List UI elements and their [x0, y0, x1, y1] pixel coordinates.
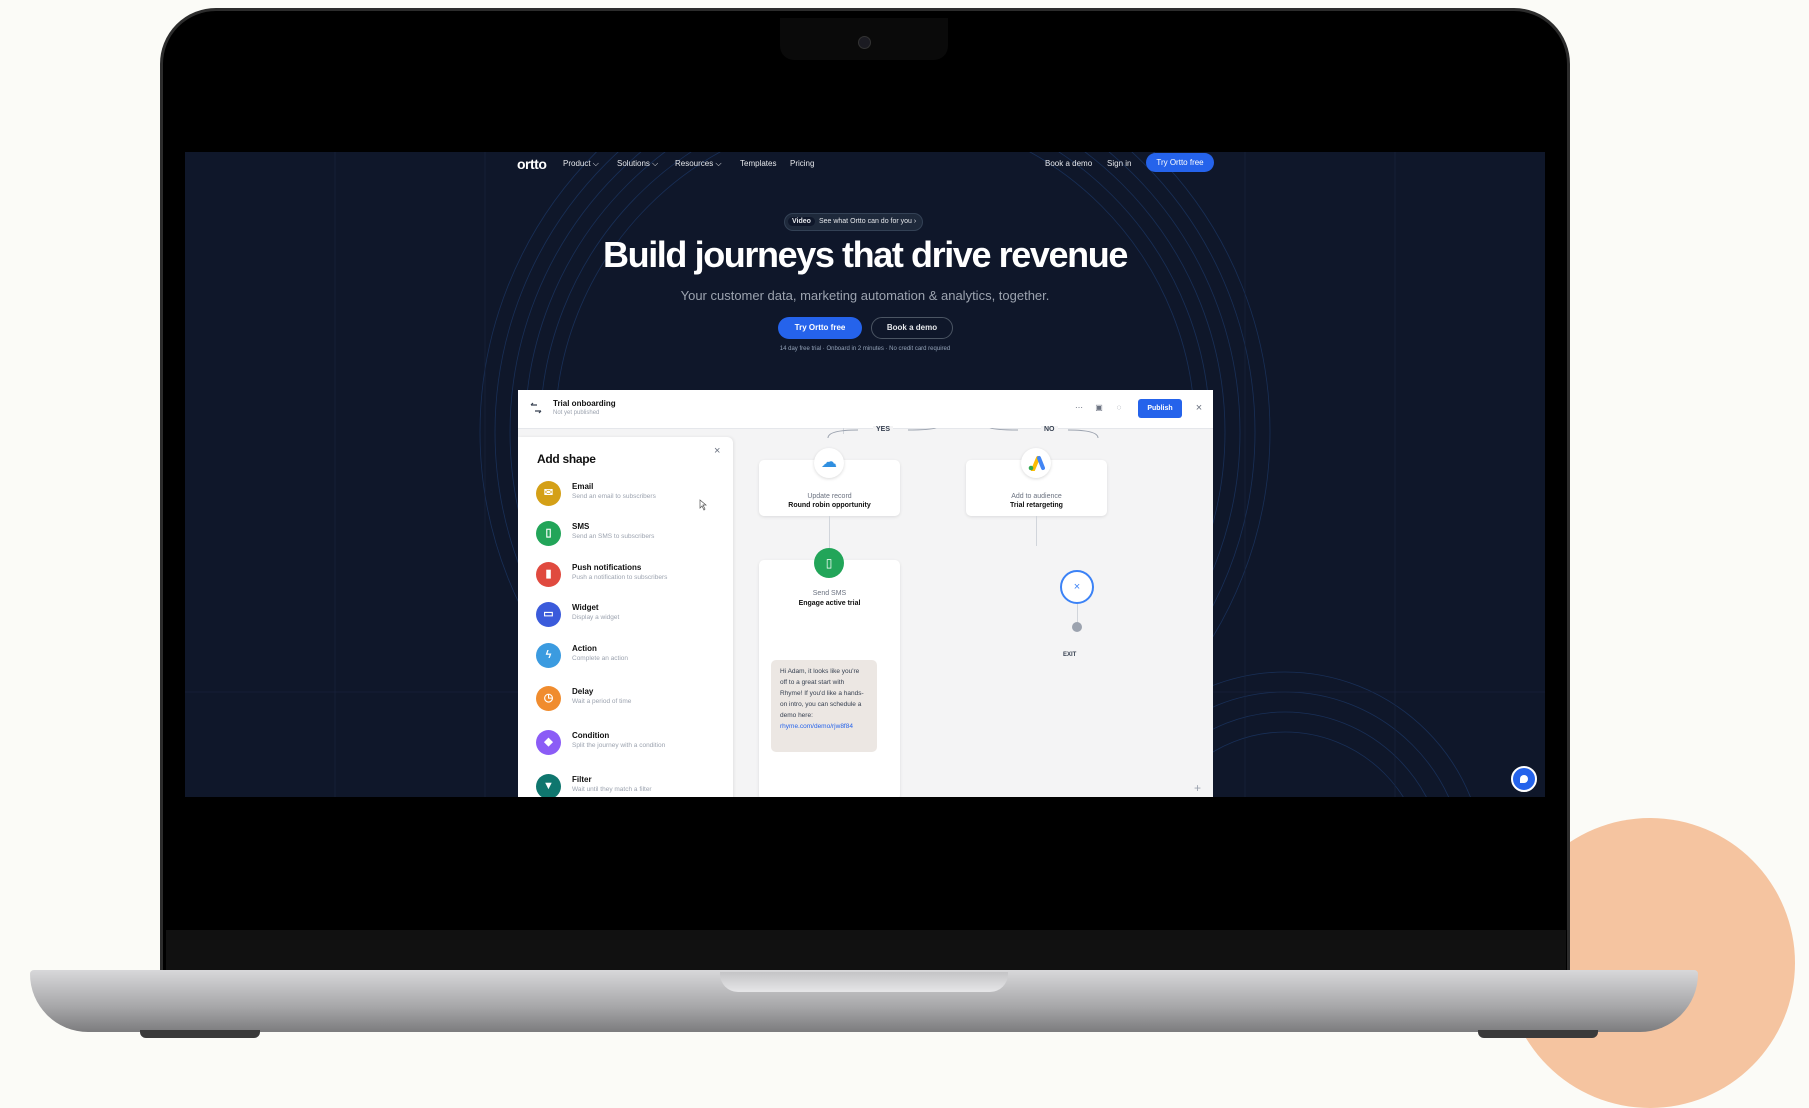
sms-demo-link[interactable]: rhyme.com/demo/rjw8f84	[780, 723, 853, 730]
hero-book-demo-button[interactable]: Book a demo	[871, 317, 953, 339]
journey-icon	[530, 402, 542, 414]
sms-phone-icon: ▯	[814, 548, 844, 578]
laptop-foot-left	[140, 1030, 260, 1038]
chat-support-button[interactable]	[1511, 766, 1537, 792]
shape-description: Display a widget	[572, 614, 620, 621]
nav-sign-in[interactable]: Sign in	[1107, 159, 1131, 168]
shape-condition[interactable]: ◆ Condition Split the journey with a con…	[536, 730, 726, 764]
shape-name: Push notifications	[572, 563, 642, 572]
node-detail-label: Round robin opportunity	[788, 502, 871, 509]
shape-name: Condition	[572, 731, 610, 740]
journey-status: Not yet published	[553, 410, 600, 416]
salesforce-cloud-icon: ☁	[814, 448, 844, 478]
shape-description: Complete an action	[572, 655, 629, 662]
branch-connectors	[827, 428, 1099, 439]
nav-resources[interactable]: Resources ⌵	[675, 159, 722, 169]
shape-name: Filter	[572, 775, 592, 784]
app-header: Trial onboarding Not yet published ⋯ ▣ ◌…	[518, 390, 1213, 429]
node-detail-label: Trial retargeting	[1010, 502, 1063, 509]
video-announcement-pill[interactable]: Video See what Ortto can do for you ›	[784, 213, 924, 231]
journey-title[interactable]: Trial onboarding	[553, 399, 616, 408]
shape-name: Delay	[572, 687, 594, 696]
shape-name: Email	[572, 482, 594, 491]
hero-try-free-button[interactable]: Try Ortto free	[778, 317, 862, 339]
shape-name: Action	[572, 644, 597, 653]
laptop-bezel	[166, 930, 1566, 970]
laptop-screen: ortto Product ⌵ Solutions ⌵ Resources ⌵ …	[185, 152, 1545, 797]
connector-line	[1077, 604, 1078, 624]
node-type-label: Add to audience	[1011, 493, 1062, 500]
shape-description: Send an email to subscribers	[572, 493, 656, 500]
exit-dot-icon	[1072, 622, 1082, 632]
shape-action[interactable]: ϟ Action Complete an action	[536, 643, 726, 677]
lightning-icon: ϟ	[536, 643, 561, 668]
journey-builder-app: Trial onboarding Not yet published ⋯ ▣ ◌…	[518, 390, 1213, 797]
exit-label: EXIT	[1063, 652, 1077, 658]
hero-subheadline: Your customer data, marketing automation…	[680, 288, 1050, 303]
shape-description: Send an SMS to subscribers	[572, 533, 655, 540]
chat-bubble-icon	[1520, 775, 1528, 783]
nav-templates[interactable]: Templates	[740, 159, 776, 168]
sms-icon: ▯	[536, 521, 561, 546]
hero-headline: Build journeys that drive revenue	[603, 234, 1128, 275]
shape-description: Push a notification to subscribers	[572, 574, 668, 581]
nav-try-free-button[interactable]: Try Ortto free	[1146, 153, 1214, 172]
shape-widget[interactable]: ▭ Widget Display a widget	[536, 602, 726, 636]
add-plus-icon[interactable]: +	[1194, 781, 1201, 795]
shape-filter[interactable]: ▼ Filter Wait until they match a filter	[536, 774, 726, 797]
mouse-cursor-icon	[699, 499, 707, 511]
shape-description: Wait a period of time	[572, 698, 632, 705]
shape-description: Wait until they match a filter	[572, 786, 652, 793]
condition-diamond-icon: ◆	[536, 730, 561, 755]
nav-product[interactable]: Product ⌵	[563, 159, 599, 169]
camera-icon	[858, 36, 871, 49]
widget-icon: ▭	[536, 602, 561, 627]
panel-close-icon[interactable]: ×	[714, 445, 720, 457]
video-pill-text: See what Ortto can do for you ›	[818, 218, 917, 225]
node-type-label: Send SMS	[812, 590, 847, 597]
preview-icon[interactable]: ▣	[1094, 403, 1104, 413]
more-icon[interactable]: ⋯	[1074, 403, 1084, 413]
laptop-base-notch	[720, 972, 1008, 992]
node-type-label: Update record	[807, 493, 852, 500]
video-tag: Video	[788, 217, 815, 226]
shape-push-notifications[interactable]: ▮ Push notifications Push a notification…	[536, 562, 726, 596]
node-detail-label: Engage active trial	[798, 600, 861, 607]
push-notification-icon: ▮	[536, 562, 561, 587]
shape-name: Widget	[572, 603, 599, 612]
sms-message-preview: Hi Adam, it looks like you're off to a g…	[771, 660, 877, 752]
add-shape-title: Add shape	[537, 452, 596, 466]
email-icon: ✉	[536, 481, 561, 506]
filter-funnel-icon: ▼	[536, 774, 561, 797]
google-ads-icon	[1021, 448, 1051, 478]
exit-node-close-icon[interactable]: ×	[1060, 570, 1094, 604]
hero-fine-print: 14 day free trial · Onboard in 2 minutes…	[779, 346, 951, 352]
publish-button[interactable]: Publish	[1138, 399, 1182, 418]
top-navigation: ortto Product ⌵ Solutions ⌵ Resources ⌵ …	[185, 152, 1545, 184]
ortto-logo[interactable]: ortto	[517, 156, 547, 172]
shape-sms[interactable]: ▯ SMS Send an SMS to subscribers	[536, 521, 726, 555]
shape-description: Split the journey with a condition	[572, 742, 666, 749]
sms-body-text: Hi Adam, it looks like you're off to a g…	[780, 668, 864, 719]
clock-icon: ◷	[536, 686, 561, 711]
nav-solutions[interactable]: Solutions ⌵	[617, 159, 658, 169]
close-icon[interactable]: ×	[1194, 403, 1204, 414]
shape-delay[interactable]: ◷ Delay Wait a period of time	[536, 686, 726, 720]
nav-pricing[interactable]: Pricing	[790, 159, 814, 168]
connector-line	[1036, 516, 1037, 546]
nav-book-demo[interactable]: Book a demo	[1045, 159, 1092, 168]
shape-name: SMS	[572, 522, 590, 531]
comment-icon[interactable]: ◌	[1114, 403, 1124, 413]
add-shape-panel: Add shape × ✉ Email Send an email to sub…	[518, 437, 733, 797]
laptop-foot-right	[1478, 1030, 1598, 1038]
